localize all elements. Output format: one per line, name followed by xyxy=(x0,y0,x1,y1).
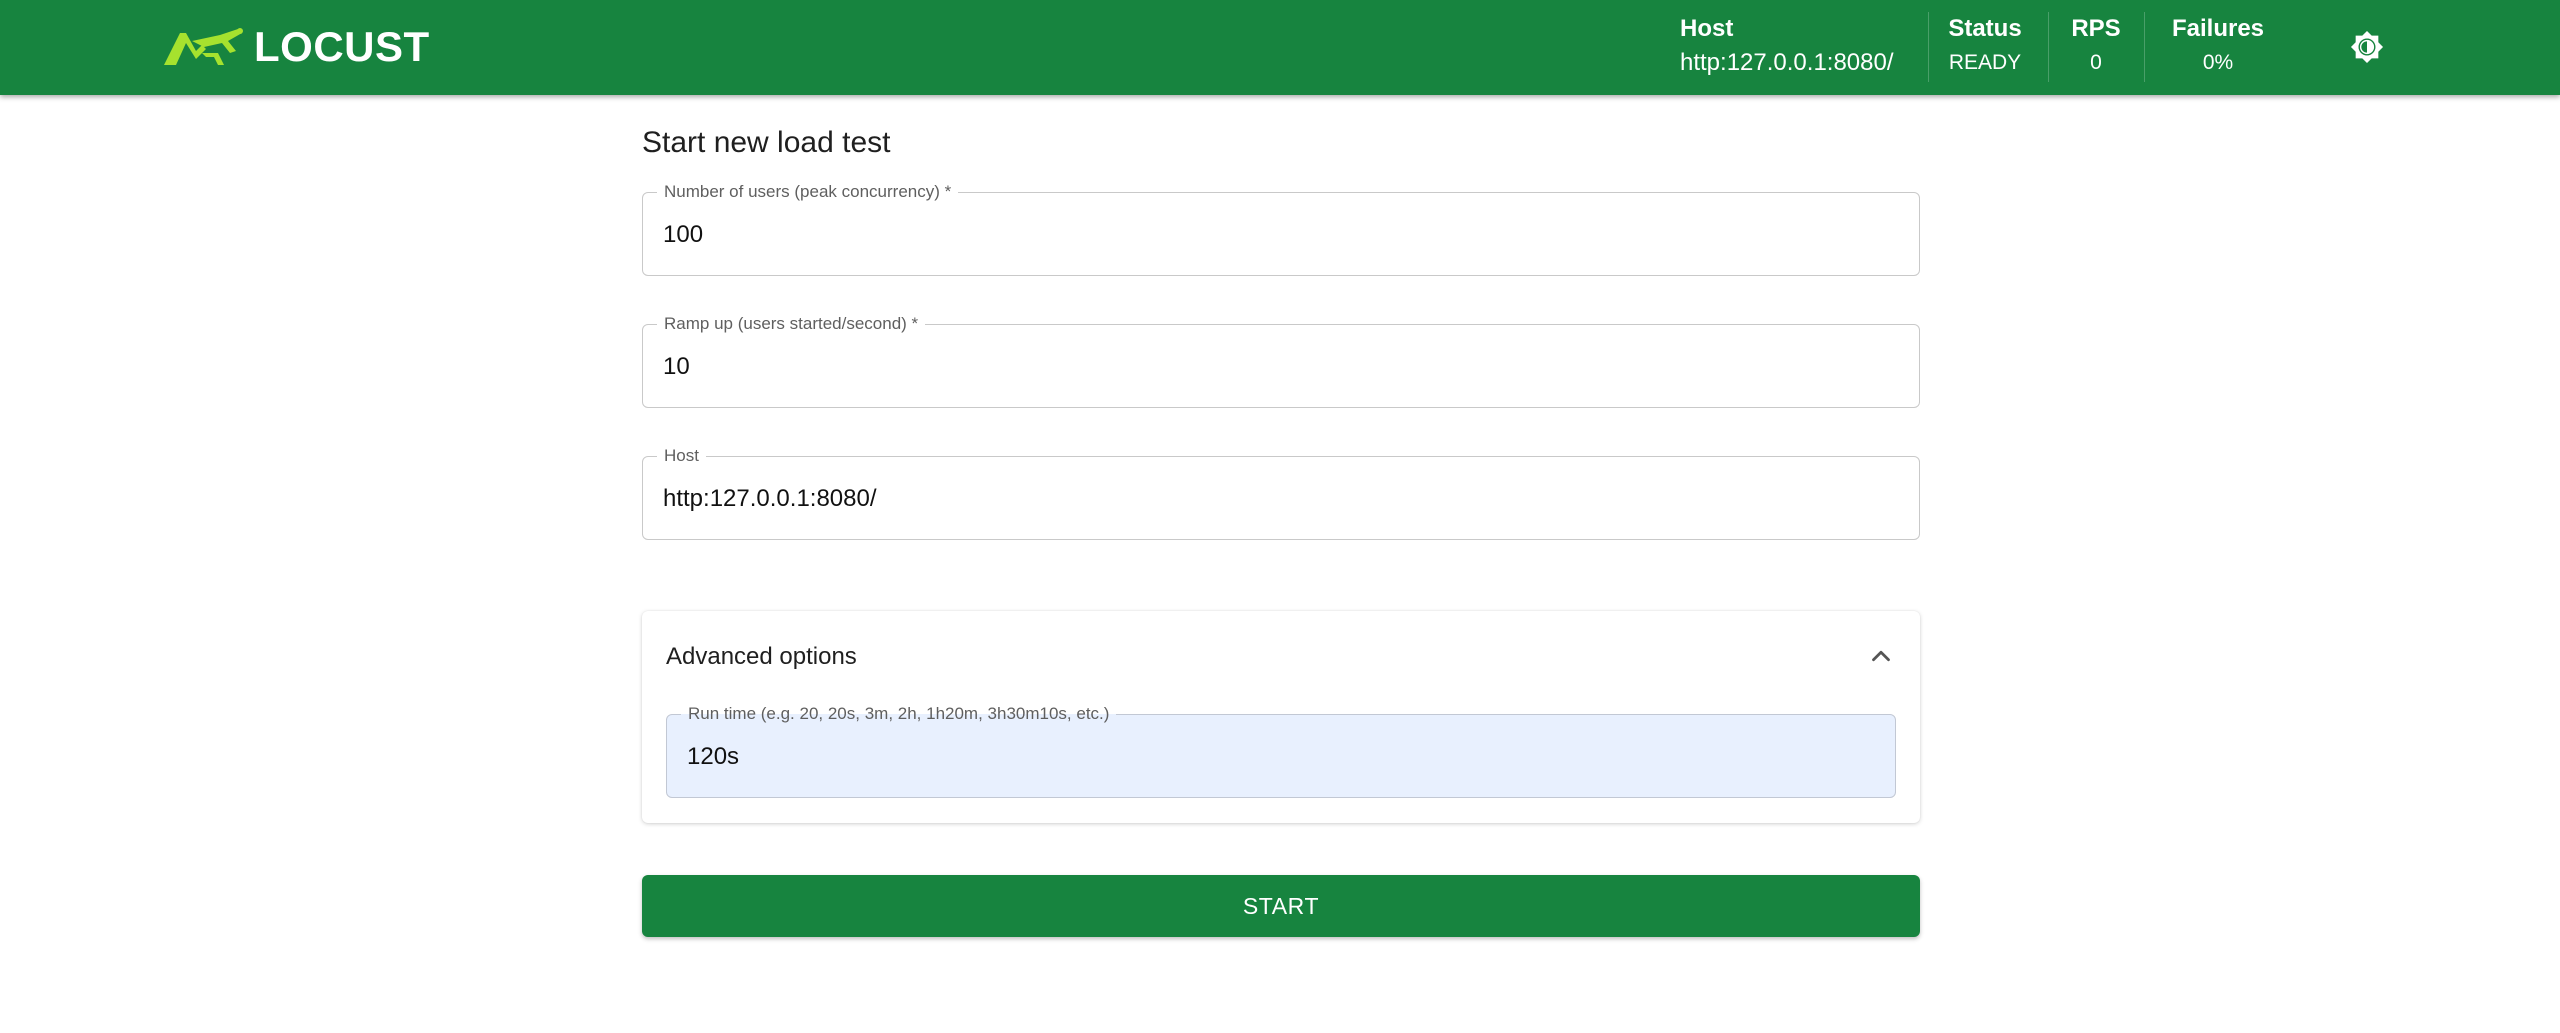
locust-logo[interactable]: LOCUST xyxy=(162,23,430,70)
host-stat: Host http:127.0.0.1:8080/ xyxy=(1680,14,1894,80)
run-time-field[interactable]: Run time (e.g. 20, 20s, 3m, 2h, 1h20m, 3… xyxy=(666,703,1896,798)
run-time-field-label: Run time (e.g. 20, 20s, 3m, 2h, 1h20m, 3… xyxy=(681,703,1117,725)
users-input[interactable]: 100 xyxy=(663,219,1863,251)
host-field[interactable]: Host http:127.0.0.1:8080/ xyxy=(642,445,1920,540)
brightness-icon xyxy=(2350,30,2384,64)
rps-stat-label: RPS xyxy=(2071,15,2121,42)
status-stat-label: Status xyxy=(1948,15,2022,42)
page-title: Start new load test xyxy=(642,126,891,159)
rps-stat: RPS 0 xyxy=(2068,14,2124,80)
run-time-input[interactable]: 120s xyxy=(687,741,1867,773)
users-field-label: Number of users (peak concurrency) * xyxy=(657,181,959,203)
advanced-options-title: Advanced options xyxy=(666,643,857,670)
logo-text: LOCUST xyxy=(254,23,430,70)
chevron-up-icon xyxy=(1872,650,1890,662)
status-stat: Status READY xyxy=(1947,14,2023,80)
ramp-up-field-label: Ramp up (users started/second) * xyxy=(657,313,926,335)
divider xyxy=(2048,12,2049,82)
host-stat-value: http:127.0.0.1:8080/ xyxy=(1680,49,1894,76)
failures-stat: Failures 0% xyxy=(2170,14,2266,80)
failures-stat-label: Failures xyxy=(2171,15,2265,42)
host-input[interactable]: http:127.0.0.1:8080/ xyxy=(663,483,1863,515)
divider xyxy=(1928,12,1929,82)
ramp-up-field[interactable]: Ramp up (users started/second) * 10 xyxy=(642,313,1920,408)
rps-stat-value: 0 xyxy=(2090,51,2102,74)
status-stat-value: READY xyxy=(1948,51,2022,74)
start-button[interactable]: START xyxy=(642,875,1920,937)
ramp-up-input[interactable]: 10 xyxy=(663,351,1863,383)
users-field[interactable]: Number of users (peak concurrency) * 100 xyxy=(642,181,1920,276)
app-header: LOCUST Host http:127.0.0.1:8080/ Status … xyxy=(0,0,2560,95)
advanced-options-toggle[interactable]: Advanced options xyxy=(642,611,1920,701)
host-field-label: Host xyxy=(657,445,706,467)
advanced-options-panel: Advanced options Run time (e.g. 20, 20s,… xyxy=(642,611,1920,823)
grasshopper-logo-icon xyxy=(164,28,243,65)
theme-toggle-button[interactable] xyxy=(2348,28,2386,66)
divider xyxy=(2144,12,2145,82)
failures-stat-value: 0% xyxy=(2202,51,2234,74)
host-stat-label: Host xyxy=(1680,15,1734,42)
